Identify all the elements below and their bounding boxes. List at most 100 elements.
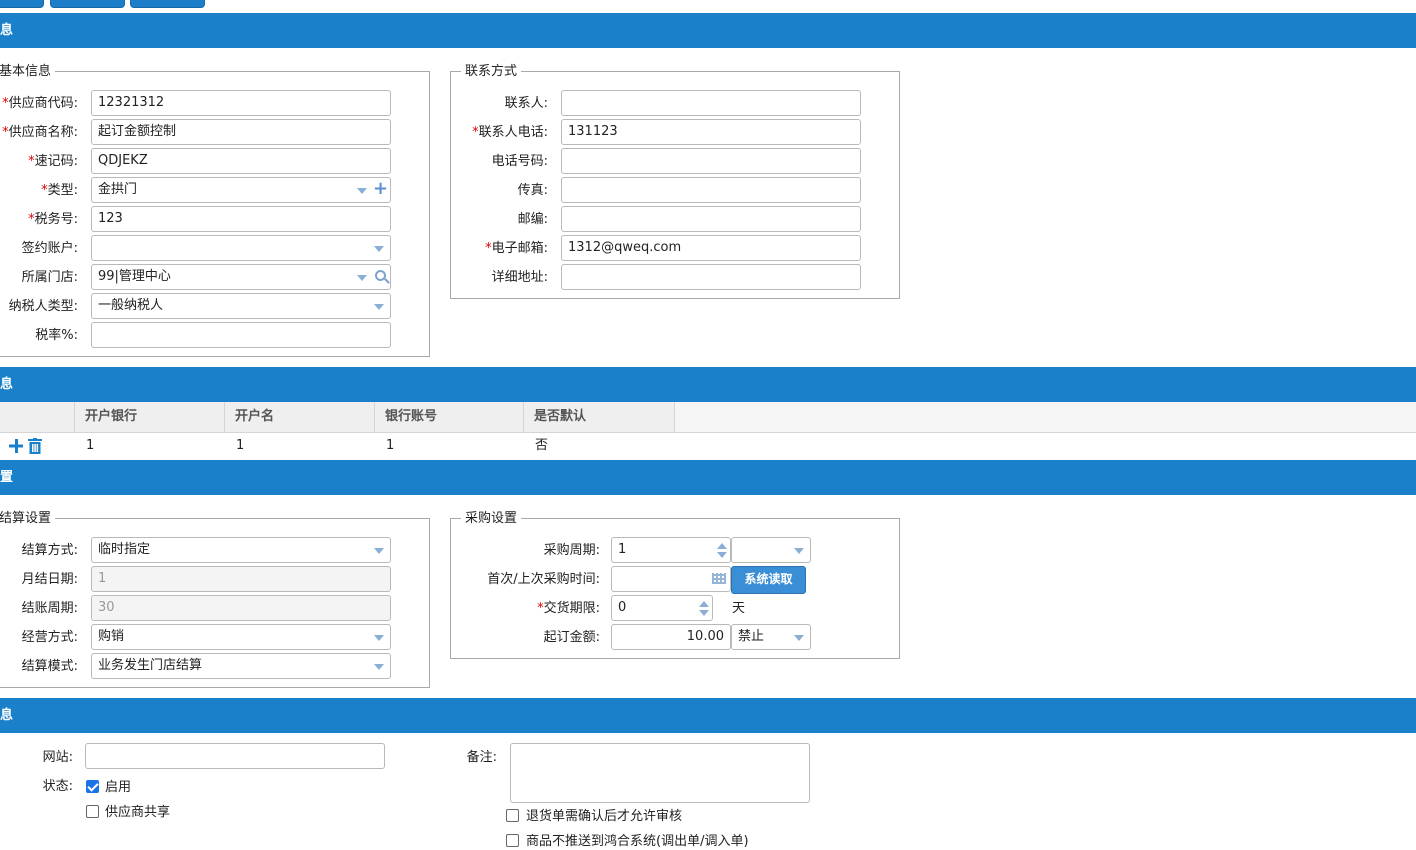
purchase-time-input[interactable] xyxy=(611,566,731,592)
postcode-input[interactable] xyxy=(561,206,861,232)
spinner-down-icon[interactable] xyxy=(717,552,727,558)
shorthand-code-input[interactable]: QDJEKZ xyxy=(91,148,391,174)
website-label: 网站: xyxy=(42,750,73,765)
chevron-down-icon xyxy=(357,275,367,281)
basic-info-legend: 基本信息 xyxy=(0,64,56,79)
contact-legend: 联系方式 xyxy=(461,64,522,79)
phone-number-input[interactable] xyxy=(561,148,861,174)
min-amount-mode-select[interactable]: 禁止 xyxy=(731,624,811,650)
toolbar-button-1[interactable] xyxy=(0,0,44,8)
business-mode-label: 经营方式: xyxy=(21,630,78,645)
tax-number-label: *税务号: xyxy=(0,212,78,228)
delivery-unit: 天 xyxy=(732,601,746,616)
table-header-actions xyxy=(0,402,75,433)
tax-rate-input[interactable] xyxy=(91,322,391,348)
contact-phone-input[interactable]: 131123 xyxy=(561,119,861,145)
spinner-down-icon[interactable] xyxy=(699,610,709,616)
remark-textarea[interactable] xyxy=(510,743,810,803)
address-input[interactable] xyxy=(561,264,861,290)
table-header-account-name: 开户名 xyxy=(225,402,375,433)
add-row-icon[interactable] xyxy=(9,439,23,453)
business-mode-input[interactable]: 购销 xyxy=(91,624,391,650)
supplier-code-value: 12321312 xyxy=(98,95,165,110)
tax-number-label-text: 税务号: xyxy=(34,212,78,227)
purchase-cycle-unit-select[interactable] xyxy=(731,537,811,563)
chevron-down-icon xyxy=(374,548,384,554)
status-label: 状态: xyxy=(42,779,73,794)
settle-cycle-input[interactable]: 30 xyxy=(91,595,391,621)
address-label-text: 详细地址: xyxy=(491,270,548,285)
delivery-input[interactable]: 0 xyxy=(611,595,713,621)
chevron-down-icon xyxy=(374,664,384,670)
purchase-cycle-value: 1 xyxy=(618,542,627,557)
contract-account-input[interactable] xyxy=(91,235,391,261)
supplier-code-input[interactable]: 12321312 xyxy=(91,90,391,116)
contact-phone-label-text: 联系人电话: xyxy=(478,125,548,140)
type-input[interactable]: 金拱门 + xyxy=(91,177,391,203)
spinner-up-icon[interactable] xyxy=(699,601,709,607)
delivery-value: 0 xyxy=(618,600,627,615)
remark-label: 备注: xyxy=(466,750,497,765)
purchase-cycle-input[interactable]: 1 xyxy=(611,537,731,563)
section-header-bank: 信息 xyxy=(0,367,1416,402)
email-input[interactable]: 1312@qweq.com xyxy=(561,235,861,261)
contact-person-input[interactable] xyxy=(561,90,861,116)
phone-number-label: 电话号码: xyxy=(460,154,548,170)
monthly-date-input[interactable]: 1 xyxy=(91,566,391,592)
tax-number-input[interactable]: 123 xyxy=(91,206,391,232)
store-label: 所属门店: xyxy=(0,270,78,286)
type-label: *类型: xyxy=(0,183,78,199)
add-type-icon[interactable]: + xyxy=(373,179,388,199)
contract-account-label: 签约账户: xyxy=(0,241,78,257)
settle-mode-input[interactable]: 业务发生门店结算 xyxy=(91,653,391,679)
store-label-text: 所属门店: xyxy=(21,270,78,285)
settle-method-input[interactable]: 临时指定 xyxy=(91,537,391,563)
email-label: *电子邮箱: xyxy=(460,241,548,257)
business-mode-value: 购销 xyxy=(98,629,125,644)
settle-mode-value: 业务发生门店结算 xyxy=(98,658,203,673)
no-push-checkbox[interactable] xyxy=(506,834,519,847)
spinner-up-icon[interactable] xyxy=(717,543,727,549)
supplier-share-label: 供应商共享 xyxy=(105,805,171,820)
chevron-down-icon xyxy=(794,548,804,554)
delivery-label: *交货期限: xyxy=(460,601,600,617)
address-label: 详细地址: xyxy=(460,270,548,286)
store-input[interactable]: 99|管理中心 xyxy=(91,264,391,290)
toolbar-button-2[interactable] xyxy=(50,0,125,8)
delete-row-icon[interactable] xyxy=(28,438,42,454)
taxpayer-type-value: 一般纳税人 xyxy=(98,298,164,313)
fax-label: 传真: xyxy=(460,183,548,199)
phone-number-label-text: 电话号码: xyxy=(491,154,548,169)
enable-checkbox[interactable] xyxy=(86,780,99,793)
contact-person-label: 联系人: xyxy=(460,96,548,112)
supplier-share-checkbox[interactable] xyxy=(86,805,99,818)
return-confirm-checkbox[interactable] xyxy=(506,809,519,822)
store-value: 99|管理中心 xyxy=(98,269,171,284)
postcode-label: 邮编: xyxy=(460,212,548,228)
table-row xyxy=(0,433,1416,460)
supplier-name-input[interactable]: 起订金额控制 xyxy=(91,119,391,145)
monthly-date-label: 月结日期: xyxy=(21,572,78,587)
min-amount-input[interactable]: 10.00 xyxy=(611,624,731,650)
section-header-other: 信息 xyxy=(0,698,1416,733)
website-input[interactable] xyxy=(85,743,385,769)
min-amount-mode-value: 禁止 xyxy=(738,629,765,644)
toolbar-button-3[interactable] xyxy=(130,0,205,8)
settle-mode-label: 结算模式: xyxy=(21,659,78,674)
supplier-name-label-text: 供应商名称: xyxy=(8,125,78,140)
settle-method-value: 临时指定 xyxy=(98,542,151,557)
tax-rate-label: 税率%: xyxy=(0,328,78,344)
contact-phone-value: 131123 xyxy=(568,124,618,139)
calendar-icon[interactable] xyxy=(712,573,726,584)
type-value: 金拱门 xyxy=(98,182,138,197)
shorthand-code-label: *速记码: xyxy=(0,154,78,170)
purchase-cycle-label: 采购周期: xyxy=(543,543,600,558)
search-icon[interactable] xyxy=(375,270,386,281)
postcode-label-text: 邮编: xyxy=(517,212,548,227)
enable-label: 启用 xyxy=(105,780,132,795)
taxpayer-type-input[interactable]: 一般纳税人 xyxy=(91,293,391,319)
system-read-button[interactable]: 系统读取 xyxy=(731,566,806,594)
fax-input[interactable] xyxy=(561,177,861,203)
delivery-label-text: 交货期限: xyxy=(543,601,600,616)
chevron-down-icon xyxy=(357,188,367,194)
